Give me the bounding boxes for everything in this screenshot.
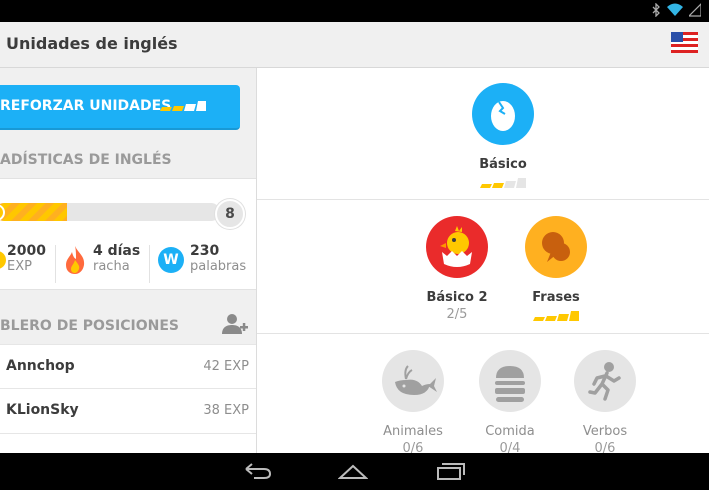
level-progress-bar xyxy=(0,203,220,221)
stat-streak-unit: racha xyxy=(93,259,130,274)
stat-xp-value: 2000 xyxy=(7,243,46,259)
us-flag-icon[interactable] xyxy=(671,32,698,53)
left-panel: REFORZAR UNIDADES ADÍSTICAS DE INGLÉS 8 … xyxy=(0,68,257,453)
recent-apps-icon[interactable] xyxy=(436,461,466,481)
skill-verbos-progress: 0/6 xyxy=(594,441,616,453)
stats-heading: ADÍSTICAS DE INGLÉS xyxy=(0,152,172,168)
status-bar xyxy=(0,0,709,22)
skill-frases-name: Frases xyxy=(532,290,580,305)
leaderboard-row[interactable]: Annchop 42 EXP xyxy=(0,344,256,389)
tree-row-divider xyxy=(257,199,709,200)
words-badge-letter: W xyxy=(163,252,179,268)
burger-icon xyxy=(479,350,541,412)
leaderboard-heading: BLERO DE POSICIONES xyxy=(0,318,179,334)
reinforce-units-button[interactable]: REFORZAR UNIDADES xyxy=(0,85,240,130)
strength-meter-icon xyxy=(533,311,579,321)
speech-bubbles-icon xyxy=(525,216,587,278)
wifi-icon xyxy=(667,3,683,16)
skill-frases[interactable]: Frases xyxy=(491,216,621,321)
back-icon[interactable] xyxy=(242,461,272,481)
egg-icon xyxy=(472,83,534,145)
stat-streak-value: 4 días xyxy=(93,243,141,259)
leaderboard-xp: 42 EXP xyxy=(203,359,249,374)
reinforce-units-label: REFORZAR UNIDADES xyxy=(0,98,172,114)
leaderboard-name: KLionSky xyxy=(6,402,79,418)
leaderboard-xp: 38 EXP xyxy=(203,403,249,418)
next-level-badge: 8 xyxy=(215,199,245,229)
skill-verbos-name: Verbos xyxy=(582,424,628,439)
skill-tree: Básico Básico 2 2/5 Frases Animales 0/6 … xyxy=(257,68,709,453)
runner-icon xyxy=(574,350,636,412)
home-icon[interactable] xyxy=(338,461,368,481)
stat-separator xyxy=(149,245,150,283)
skill-basico[interactable]: Básico xyxy=(438,83,568,188)
page-title: Unidades de inglés xyxy=(6,34,178,53)
leaderboard-name: Annchop xyxy=(6,358,75,374)
stat-streak: 4 días racha xyxy=(93,243,140,274)
app-bar: Unidades de inglés xyxy=(0,22,709,68)
leaderboard-row xyxy=(0,434,256,453)
stats-card: 8 2000 EXP 4 días racha W 230 palabras xyxy=(0,178,256,290)
bluetooth-icon xyxy=(652,3,660,17)
stat-separator xyxy=(55,245,56,283)
strength-bars-icon xyxy=(160,101,206,111)
strength-meter-icon xyxy=(480,178,526,188)
level-progress-fill xyxy=(0,203,67,221)
stat-xp: 2000 EXP xyxy=(7,243,46,274)
skill-verbos[interactable]: Verbos 0/6 xyxy=(540,350,670,453)
stat-words-unit: palabras xyxy=(190,259,247,274)
xp-icon xyxy=(0,251,6,269)
stat-words: 230 palabras xyxy=(190,243,246,274)
stat-words-value: 230 xyxy=(190,243,220,259)
words-icon: W xyxy=(158,247,184,273)
leaderboard-row[interactable]: KLionSky 38 EXP xyxy=(0,389,256,434)
skill-basico-name: Básico xyxy=(479,157,527,172)
signal-icon xyxy=(689,3,701,17)
stat-xp-unit: EXP xyxy=(7,259,32,274)
chick-icon xyxy=(426,216,488,278)
whale-icon xyxy=(382,350,444,412)
system-nav-bar xyxy=(0,453,709,490)
add-friend-icon[interactable] xyxy=(222,312,248,336)
tree-row-divider xyxy=(257,333,709,334)
flame-icon xyxy=(66,246,85,274)
